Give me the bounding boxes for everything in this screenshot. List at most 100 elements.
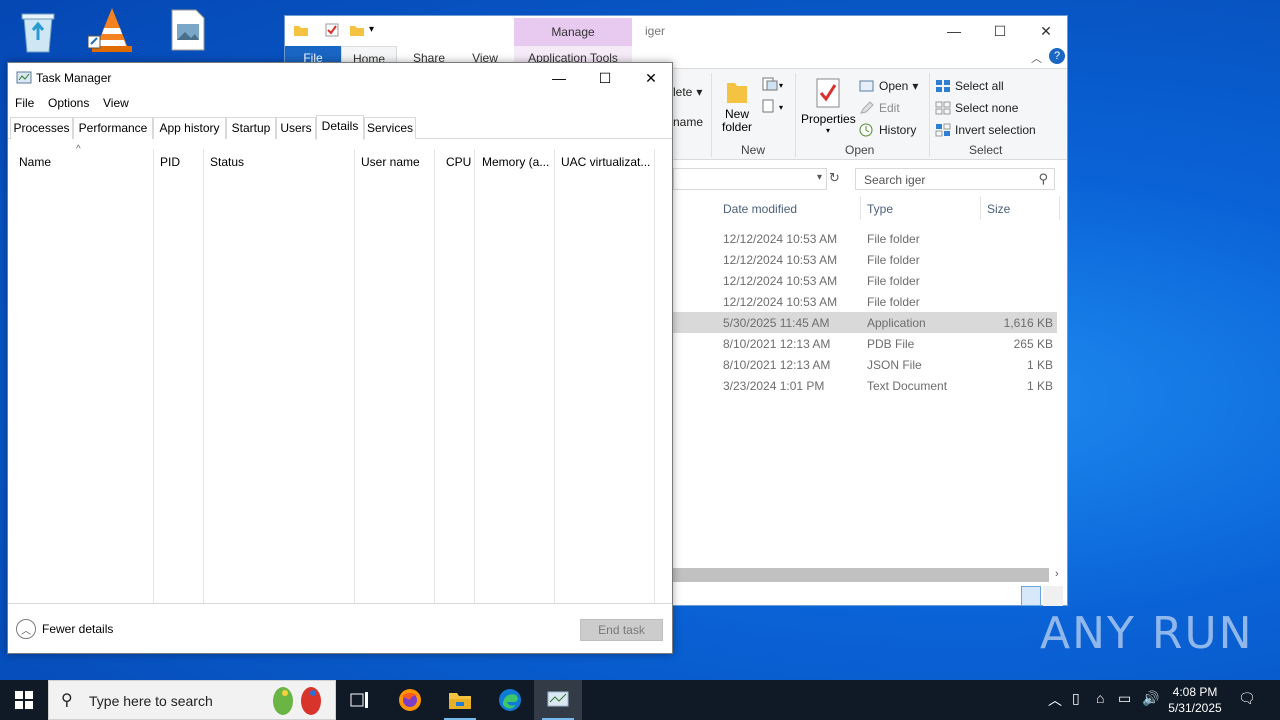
select-all-label: Select all <box>955 79 1004 93</box>
end-task-button[interactable]: End task <box>580 619 663 641</box>
clock-date: 5/31/2025 <box>1168 701 1222 715</box>
file-row[interactable]: 3/23/2024 1:01 PM Text Document 1 KB <box>673 375 1057 396</box>
notification-center-icon[interactable]: 🗨 <box>1238 690 1256 707</box>
minimize-button[interactable]: — <box>536 63 582 93</box>
large-icons-view-icon[interactable] <box>1043 586 1063 606</box>
search-placeholder: Search iger <box>864 173 926 187</box>
file-row[interactable]: 12/12/2024 10:53 AM File folder <box>673 270 1057 291</box>
file-row[interactable]: 12/12/2024 10:53 AM File folder <box>673 249 1057 270</box>
clock[interactable]: 4:08 PM 5/31/2025 <box>1160 684 1230 716</box>
tab-app-history[interactable]: App history <box>153 117 226 139</box>
tray-overflow-icon[interactable]: ︿ <box>1048 690 1062 710</box>
tray-tablet-icon[interactable]: ▯ <box>1072 690 1080 707</box>
new-group-label: New <box>741 143 766 157</box>
tray-display-icon[interactable]: ▭ <box>1118 690 1131 707</box>
file-date: 12/12/2024 10:53 AM <box>723 253 838 267</box>
menu-view[interactable]: View <box>103 96 129 110</box>
file-date: 8/10/2021 12:13 AM <box>723 337 831 351</box>
delete-label: lete <box>673 85 693 99</box>
task-view-icon[interactable] <box>336 680 384 720</box>
vlc-icon[interactable] <box>87 6 136 54</box>
qa-dropdown-icon[interactable]: ▾ <box>369 24 374 35</box>
recycle-bin-icon[interactable] <box>16 8 64 56</box>
column-type[interactable]: Type <box>867 202 893 216</box>
help-icon[interactable]: ? <box>1049 48 1065 64</box>
menu-file[interactable]: File <box>15 96 34 110</box>
fewer-details-button[interactable]: ︿ Fewer details <box>16 619 113 639</box>
column-user-name[interactable]: User name <box>361 155 420 169</box>
new-folder-qa-icon[interactable] <box>349 23 365 40</box>
address-dropdown-icon[interactable]: ▾ <box>817 172 822 183</box>
close-button[interactable]: ✕ <box>1023 16 1069 46</box>
history-icon <box>859 123 873 137</box>
volume-icon[interactable]: 🔊 <box>1142 690 1159 707</box>
file-row[interactable]: 8/10/2021 12:13 AM JSON File 1 KB <box>673 354 1057 375</box>
tab-users[interactable]: Users <box>276 117 316 139</box>
properties-button[interactable]: Properties ▾ <box>801 77 856 135</box>
address-bar[interactable]: ▾ <box>673 168 827 190</box>
search-input[interactable]: Search iger ⚲ <box>855 168 1055 190</box>
file-size: 265 KB <box>1013 337 1053 351</box>
column-cpu[interactable]: CPU <box>446 155 471 169</box>
column-memory[interactable]: Memory (a... <box>482 155 549 169</box>
open-label: Open <box>879 79 909 93</box>
file-date: 8/10/2021 12:13 AM <box>723 358 831 372</box>
chevron-up-icon: ︿ <box>16 619 36 639</box>
file-row[interactable]: 5/30/2025 11:45 AM Application 1,616 KB <box>673 312 1057 333</box>
task-manager-taskbar-icon[interactable] <box>534 680 582 720</box>
properties-qa-icon[interactable] <box>325 23 339 40</box>
image-file-icon[interactable] <box>168 8 216 56</box>
invert-selection-button[interactable]: Invert selection <box>935 123 1036 137</box>
taskbar-search-input[interactable]: ⚲ Type here to search <box>48 680 336 720</box>
menu-options[interactable]: Options <box>48 96 89 110</box>
explorer-titlebar: ▾ Manage iger — ☐ ✕ <box>285 16 1067 46</box>
file-type: File folder <box>867 274 920 288</box>
file-row[interactable]: 12/12/2024 10:53 AM File folder <box>673 291 1057 312</box>
tray-network-icon[interactable]: ⌂ <box>1096 690 1104 706</box>
maximize-button[interactable]: ☐ <box>977 16 1023 46</box>
tab-startup[interactable]: Startup <box>226 117 276 139</box>
details-grid-header: ^ Name PID Status User name CPU Memory (… <box>8 144 672 172</box>
minimize-button[interactable]: — <box>931 16 977 46</box>
column-date-modified[interactable]: Date modified <box>723 202 797 216</box>
new-folder-button[interactable]: New folder <box>717 77 757 134</box>
column-name[interactable]: Name <box>19 155 51 169</box>
tab-details[interactable]: Details <box>316 115 364 140</box>
file-row[interactable]: 8/10/2021 12:13 AM PDB File 265 KB <box>673 333 1057 354</box>
details-view-icon[interactable] <box>1021 586 1041 606</box>
refresh-icon[interactable]: ↻ <box>829 170 840 186</box>
easy-access-icon[interactable]: ▾ <box>761 99 785 116</box>
invert-selection-label: Invert selection <box>955 123 1036 137</box>
select-none-button[interactable]: Select none <box>935 101 1018 115</box>
svg-text:▾: ▾ <box>779 81 783 90</box>
close-button[interactable]: ✕ <box>628 63 674 93</box>
start-button[interactable] <box>0 680 48 720</box>
firefox-icon[interactable] <box>386 680 434 720</box>
column-status[interactable]: Status <box>210 155 244 169</box>
horizontal-scrollbar[interactable] <box>673 568 1049 582</box>
delete-button[interactable]: lete ▾ <box>673 85 702 99</box>
manage-context-tab[interactable]: Manage <box>514 18 632 46</box>
column-pid[interactable]: PID <box>160 155 180 169</box>
ribbon-collapse-icon[interactable]: ︿ <box>1031 50 1042 66</box>
rename-button[interactable]: name <box>673 115 703 129</box>
file-row[interactable]: 12/12/2024 10:53 AM File folder <box>673 228 1057 249</box>
tab-performance[interactable]: Performance <box>73 117 153 139</box>
column-size[interactable]: Size <box>987 202 1010 216</box>
open-group-label: Open <box>845 143 875 157</box>
edit-button[interactable]: Edit <box>859 101 900 115</box>
history-button[interactable]: History <box>859 123 916 137</box>
tab-services[interactable]: Services <box>364 117 416 139</box>
edge-icon[interactable] <box>486 680 534 720</box>
open-button[interactable]: Open ▾ <box>859 79 918 93</box>
file-type: Text Document <box>867 379 948 393</box>
maximize-button[interactable]: ☐ <box>582 63 628 93</box>
tab-processes[interactable]: Processes <box>10 117 73 139</box>
history-label: History <box>879 123 917 137</box>
new-item-icon[interactable]: ▾ <box>761 77 785 94</box>
edit-label: Edit <box>879 101 900 115</box>
file-explorer-icon[interactable] <box>436 680 484 720</box>
select-all-button[interactable]: Select all <box>935 79 1004 93</box>
scroll-right-icon[interactable]: › <box>1055 568 1059 580</box>
column-uac-virtualization[interactable]: UAC virtualizat... <box>561 155 650 169</box>
